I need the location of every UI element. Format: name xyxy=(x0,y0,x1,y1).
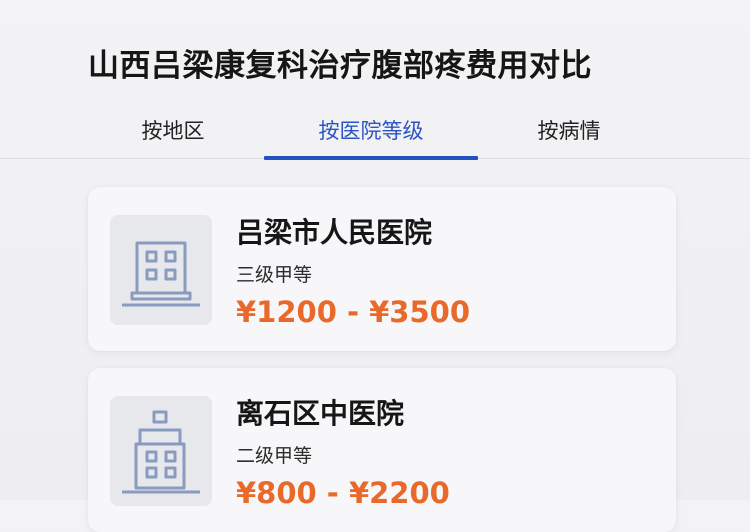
hospital-name: 吕梁市人民医院 xyxy=(236,216,433,249)
tab-bar: 按地区 按医院等级 按病情 xyxy=(0,106,750,160)
hospital-building-flag-icon xyxy=(122,410,200,494)
tab-by-hospital-level[interactable]: 按医院等级 xyxy=(264,106,478,160)
hospital-level: 三级甲等 xyxy=(236,264,313,286)
hospital-name: 离石区中医院 xyxy=(236,397,405,430)
hospital-card[interactable]: 离石区中医院 二级甲等 ¥800 - ¥2200 xyxy=(88,368,676,532)
tab-by-region[interactable]: 按地区 xyxy=(118,106,228,158)
price-range: ¥1200 - ¥3500 xyxy=(236,295,471,329)
hospital-card[interactable]: 吕梁市人民医院 三级甲等 ¥1200 - ¥3500 xyxy=(88,187,676,351)
hospital-building-icon xyxy=(122,241,200,307)
tab-by-condition[interactable]: 按病情 xyxy=(514,106,624,158)
hospital-thumbnail xyxy=(110,396,212,506)
hospital-thumbnail xyxy=(110,215,212,325)
price-range: ¥800 - ¥2200 xyxy=(236,476,450,510)
page-title: 山西吕梁康复科治疗腹部疼费用对比 xyxy=(88,48,592,84)
hospital-level: 二级甲等 xyxy=(236,445,313,467)
